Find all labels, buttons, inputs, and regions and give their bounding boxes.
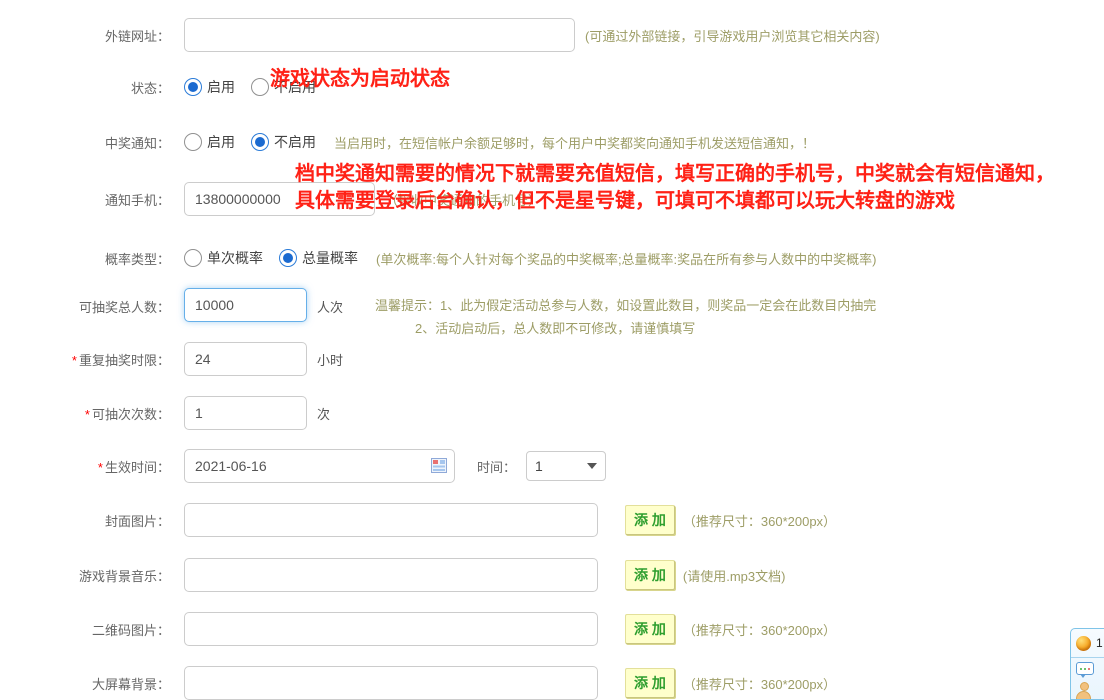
time-select[interactable]: 1 [526,451,606,481]
radio-label: 单次概率 [207,248,263,268]
big-screen-bg-hint: （推荐尺寸：360*200px） [683,674,836,693]
person-contact-icon[interactable] [1076,682,1091,699]
notify-phone-row: 通知手机： （接收中奖通知的手机号） [0,182,1104,216]
win-notice-label: 中奖通知： [0,133,184,152]
draw-times-label: *可抽次次数： [0,404,184,423]
radio-label: 启用 [207,77,235,97]
cover-image-row: 封面图片： 添 加 （推荐尺寸：360*200px） [0,503,1104,537]
draw-times-unit: 次 [317,404,330,423]
status-option-enable[interactable]: 启用 [184,77,235,97]
bg-music-add-button[interactable]: 添 加 [625,560,675,590]
win-notice-option-enable[interactable]: 启用 [184,132,235,152]
total-people-unit: 人次 [317,297,343,316]
probability-hint: (单次概率:每个人针对每个奖品的中奖概率;总量概率:奖品在所有参与人数中的中奖概… [376,249,877,268]
win-notice-hint: 当启用时，在短信帐户余额足够时，每个用户中奖都奖向通知手机发送短信通知，！ [334,133,815,152]
repeat-limit-label-text: 重复抽奖时限： [79,353,170,368]
win-notice-option-disable[interactable]: 不启用 [251,132,316,152]
chevron-down-icon [587,463,597,469]
time-select-value: 1 [535,458,587,474]
external-url-input[interactable] [184,18,575,52]
radio-label: 不启用 [274,132,316,152]
repeat-limit-row: *重复抽奖时限： 小时 [0,342,1104,376]
contact-widget[interactable]: 1 [1070,628,1104,700]
total-people-hint-1: 温馨提示：1、此为假定活动总参与人数，如设置此数目，则奖品一定会在此数目内抽完 [375,294,876,317]
contact-count-badge: 1 [1096,636,1103,650]
calendar-icon[interactable] [431,458,447,473]
qrcode-image-label: 二维码图片： [0,620,184,639]
status-label: 状态： [0,78,184,97]
bg-music-row: 游戏背景音乐： 添 加 (请使用.mp3文档) [0,558,1104,592]
chat-bubble-icon[interactable] [1076,662,1094,675]
cover-image-label: 封面图片： [0,511,184,530]
probability-type-label: 概率类型： [0,249,184,268]
status-option-disable[interactable]: 不启用 [251,77,316,97]
status-row: 状态： 启用 不启用 [0,74,1104,100]
probability-option-single[interactable]: 单次概率 [184,248,263,268]
bg-music-hint: (请使用.mp3文档) [683,566,786,585]
required-asterisk: * [98,460,103,475]
widget-divider [1071,657,1104,658]
radio-selected-icon[interactable] [184,78,202,96]
external-url-label: 外链网址： [0,26,184,45]
qrcode-image-hint: （推荐尺寸：360*200px） [683,620,836,639]
win-notice-row: 中奖通知： 启用 不启用 当启用时，在短信帐户余额足够时，每个用户中奖都奖向通知… [0,129,1104,155]
cover-image-hint: （推荐尺寸：360*200px） [683,511,836,530]
probability-option-total[interactable]: 总量概率 [279,248,358,268]
total-people-row: 可抽奖总人数： 人次 温馨提示：1、此为假定活动总参与人数，如设置此数目，则奖品… [0,288,1104,340]
bg-music-input[interactable] [184,558,598,592]
radio-unselected-icon[interactable] [251,78,269,96]
external-url-row: 外链网址： (可通过外部链接，引导游戏用户浏览其它相关内容) [0,18,1104,52]
big-screen-bg-label: 大屏幕背景： [0,674,184,693]
effective-date-row: *生效时间： 时间： 1 [0,449,1104,483]
qq-sphere-icon[interactable] [1076,636,1091,651]
radio-label: 总量概率 [302,248,358,268]
cover-image-input[interactable] [184,503,598,537]
effective-date-input[interactable] [184,449,455,483]
date-input-wrap [184,449,455,483]
radio-label: 不启用 [274,77,316,97]
repeat-limit-unit: 小时 [317,350,343,369]
effective-date-label-text: 生效时间： [105,460,170,475]
draw-times-label-text: 可抽次次数： [92,407,170,422]
required-asterisk: * [85,407,90,422]
external-url-hint: (可通过外部链接，引导游戏用户浏览其它相关内容) [585,26,880,45]
bg-music-label: 游戏背景音乐： [0,566,184,585]
radio-selected-icon[interactable] [251,133,269,151]
notify-phone-input[interactable] [184,182,375,216]
total-people-hintblock: 温馨提示：1、此为假定活动总参与人数，如设置此数目，则奖品一定会在此数目内抽完 … [375,294,876,340]
big-screen-bg-row: 大屏幕背景： 添 加 （推荐尺寸：360*200px） [0,666,1104,700]
big-screen-bg-add-button[interactable]: 添 加 [625,668,675,698]
radio-selected-icon[interactable] [279,249,297,267]
qrcode-image-add-button[interactable]: 添 加 [625,614,675,644]
repeat-limit-input[interactable] [184,342,307,376]
total-people-label: 可抽奖总人数： [0,297,184,316]
radio-unselected-icon[interactable] [184,249,202,267]
total-people-hint-2: 2、活动启动后，总人数即不可修改，请谨慎填写 [375,317,876,340]
contact-widget-top[interactable]: 1 [1076,632,1103,654]
cover-image-add-button[interactable]: 添 加 [625,505,675,535]
radio-unselected-icon[interactable] [184,133,202,151]
qrcode-image-input[interactable] [184,612,598,646]
required-asterisk: * [72,353,77,368]
effective-date-label: *生效时间： [0,457,184,476]
notify-phone-hint: （接收中奖通知的手机号） [385,190,541,209]
qrcode-image-row: 二维码图片： 添 加 （推荐尺寸：360*200px） [0,612,1104,646]
big-screen-bg-input[interactable] [184,666,598,700]
draw-times-input[interactable] [184,396,307,430]
probability-type-row: 概率类型： 单次概率 总量概率 (单次概率:每个人针对每个奖品的中奖概率;总量概… [0,245,1104,271]
time-label: 时间： [477,457,516,476]
radio-label: 启用 [207,132,235,152]
draw-times-row: *可抽次次数： 次 [0,396,1104,430]
total-people-input[interactable] [184,288,307,322]
notify-phone-label: 通知手机： [0,190,184,209]
repeat-limit-label: *重复抽奖时限： [0,350,184,369]
